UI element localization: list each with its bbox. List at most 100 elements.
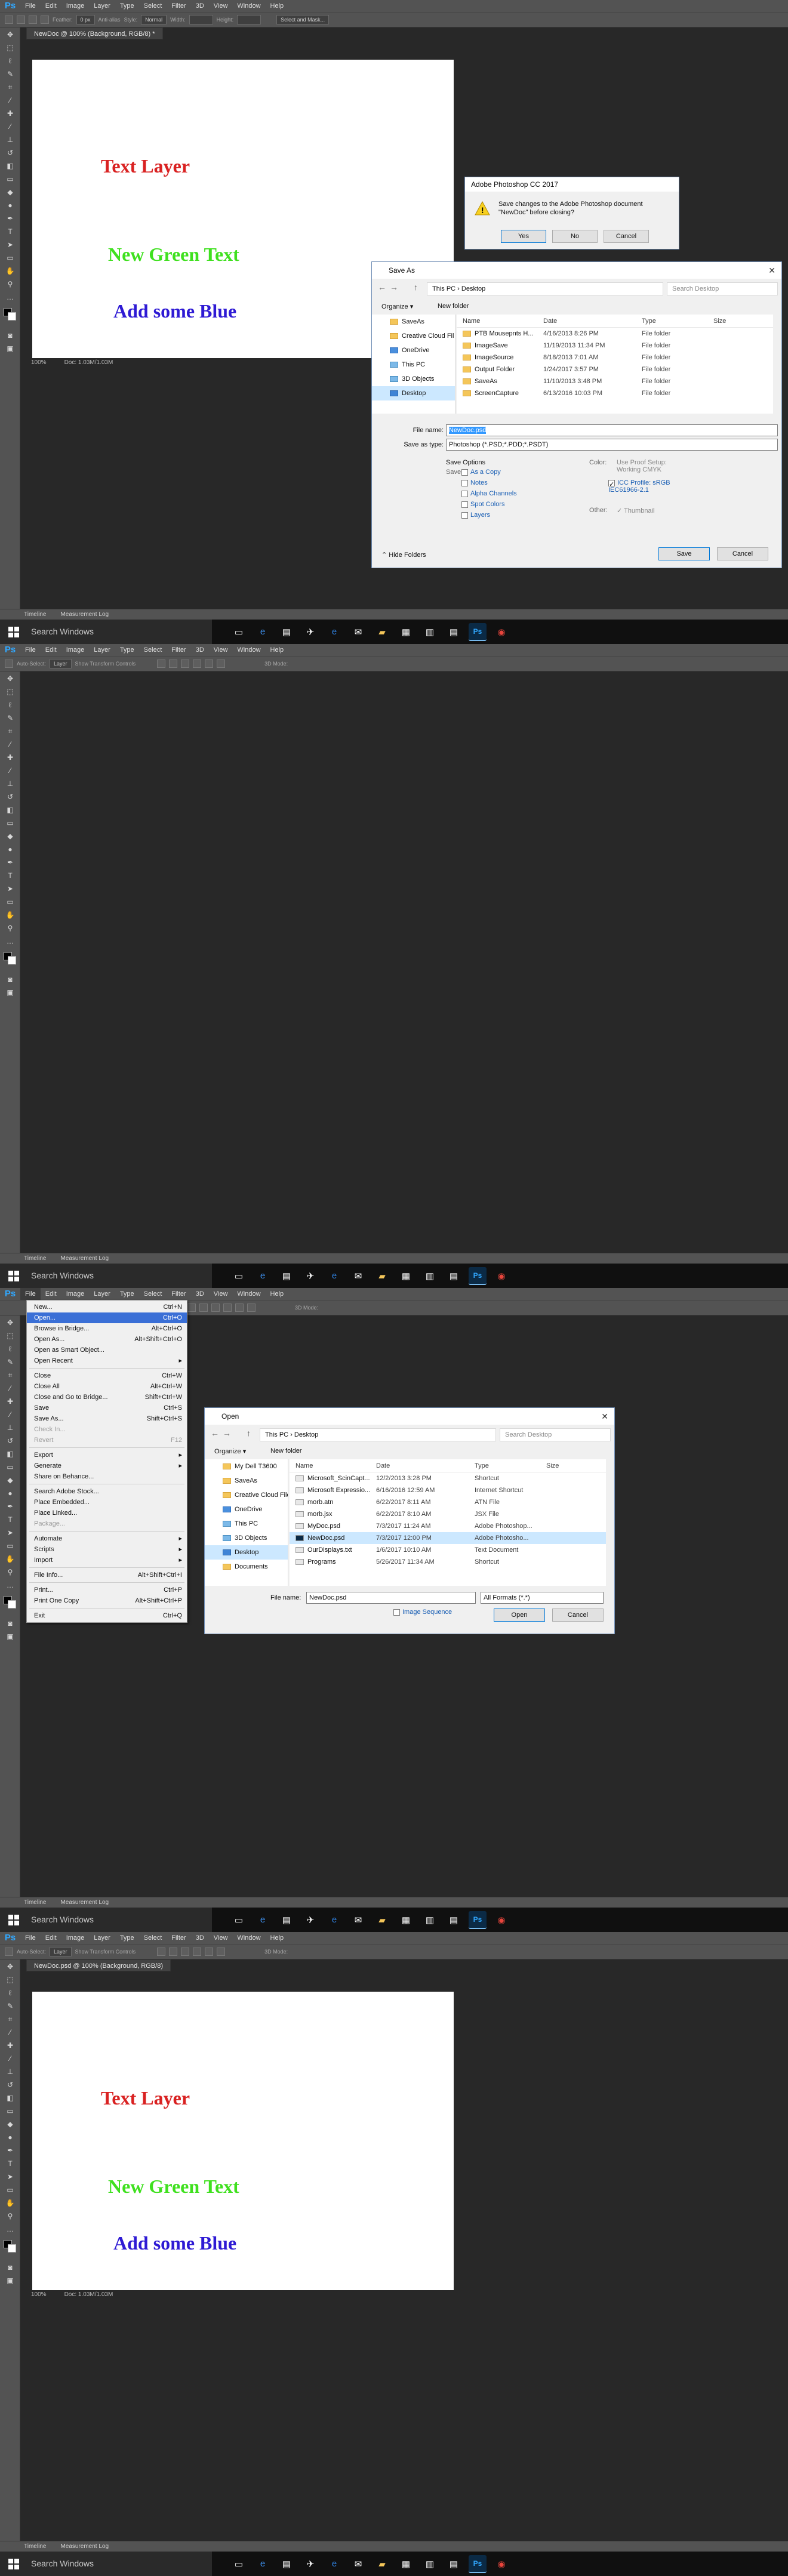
file-explorer-icon[interactable]: ▰ [373,2555,391,2573]
subtract-selection-icon[interactable] [41,16,49,24]
notepad-icon[interactable]: ▤ [445,1267,463,1285]
history-brush-icon[interactable]: ↺ [4,1435,16,1447]
menu-window[interactable]: Window [232,0,265,12]
nav-item-creative-cloud[interactable]: Creative Cloud Fil [372,329,455,343]
nav-item-this-pc[interactable]: This PC [205,1517,288,1531]
nav-item-desktop[interactable]: Desktop [205,1545,288,1560]
file-row[interactable]: ImageSource 8/18/2013 7:01 AM File folder [457,352,773,363]
background-color[interactable] [8,312,16,321]
measurement-log-tab[interactable]: Measurement Log [60,2543,109,2550]
timeline-tab[interactable]: Timeline [24,1899,46,1906]
menu-layer[interactable]: Layer [89,1288,115,1300]
file-menu-item[interactable]: Export ▸ [27,1450,187,1460]
no-button[interactable]: No [552,230,598,243]
forward-arrow-icon[interactable]: → [223,1428,231,1438]
type-tool-icon[interactable]: T [4,2158,16,2170]
store-icon[interactable]: ▤ [278,623,296,641]
brush-icon[interactable]: ⁄ [4,121,16,133]
calculator-icon[interactable]: ▥ [421,2555,439,2573]
brush-icon[interactable]: ⁄ [4,1409,16,1421]
windows-start-icon[interactable] [8,1915,19,1925]
media-icon[interactable]: ▦ [397,2555,415,2573]
quick-select-icon[interactable]: ✎ [4,1356,16,1368]
save-button[interactable]: Save [658,547,710,560]
color-swatches[interactable] [0,1592,20,1616]
add-selection-icon[interactable] [29,16,37,24]
document-tab[interactable]: NewDoc @ 100% (Background, RGB/8) * [26,27,163,39]
menu-window[interactable]: Window [232,1932,265,1944]
menu-help[interactable]: Help [266,1288,289,1300]
file-menu-item[interactable]: Open... Ctrl+O [27,1312,187,1323]
windows-start-icon[interactable] [8,627,19,637]
file-row[interactable]: morb.atn 6/22/2017 8:11 AM ATN File [290,1496,606,1508]
hide-folders-toggle[interactable]: ⌃ Hide Folders [381,551,426,559]
move-tool-icon[interactable]: ✥ [4,1317,16,1329]
ie-icon[interactable]: e [325,1911,343,1929]
menu-file[interactable]: File [20,644,41,656]
new-selection-icon[interactable] [17,16,25,24]
saveas-type-select[interactable]: Photoshop (*.PSD;*.PDD;*.PSDT) [446,439,778,451]
menu-filter[interactable]: Filter [167,1932,190,1944]
column-type[interactable]: Type [642,315,713,327]
nav-item-this-pc[interactable]: This PC [372,358,455,372]
menu-image[interactable]: Image [61,644,90,656]
align-top-icon[interactable] [157,660,166,668]
file-type-filter[interactable]: All Formats (*.*) [481,1592,604,1604]
up-arrow-icon[interactable]: ↑ [414,282,418,292]
image-sequence-checkbox[interactable]: Image Sequence [393,1609,452,1616]
file-menu-item[interactable]: Close All Alt+Ctrl+W [27,1381,187,1392]
calculator-icon[interactable]: ▥ [421,1267,439,1285]
file-explorer-icon[interactable]: ▰ [373,1267,391,1285]
zoom-icon[interactable]: ⚲ [4,2210,16,2222]
open-button[interactable]: Open [494,1609,545,1622]
mail-icon[interactable]: ✉ [349,1911,367,1929]
document-tab[interactable]: NewDoc.psd @ 100% (Background, RGB/8) [26,1959,171,1971]
close-icon[interactable]: ✕ [768,262,775,279]
file-row[interactable]: Output Folder 1/24/2017 3:57 PM File folde… [457,363,773,375]
eyedropper-icon[interactable]: ⁄ [4,738,16,750]
file-menu-item[interactable]: Import ▸ [27,1555,187,1566]
zoom-level[interactable]: 100% [31,358,47,368]
align-center-icon[interactable] [235,1304,244,1312]
nav-item-desktop[interactable]: Desktop [372,386,455,400]
stamp-icon[interactable]: ⊥ [4,2066,16,2078]
eyedropper-icon[interactable]: ⁄ [4,94,16,106]
menu-edit[interactable]: Edit [41,644,61,656]
cancel-button[interactable]: Cancel [717,547,768,560]
marquee-icon[interactable]: ⬚ [4,686,16,698]
menu-select[interactable]: Select [139,1932,167,1944]
color-swatches[interactable] [0,2236,20,2260]
file-row[interactable]: morb.jsx 6/22/2017 8:10 AM JSX File [290,1508,606,1520]
screen-mode-icon[interactable]: ▣ [4,343,16,355]
nav-item-saveas[interactable]: SaveAs [372,315,455,329]
type-tool-icon[interactable]: T [4,226,16,238]
align-middle-icon[interactable] [169,660,178,668]
search-input[interactable]: Search Desktop [500,1428,611,1441]
menu-view[interactable]: View [209,1288,233,1300]
file-menu-item[interactable]: Search Adobe Stock... [27,1486,187,1497]
file-menu-item[interactable]: Generate ▸ [27,1460,187,1471]
menu-help[interactable]: Help [266,0,289,12]
healing-icon[interactable]: ✚ [4,751,16,763]
menu-type[interactable]: Type [115,644,139,656]
ie-icon[interactable]: e [325,1267,343,1285]
measurement-log-tab[interactable]: Measurement Log [60,1899,109,1906]
menu-type[interactable]: Type [115,1932,139,1944]
close-icon[interactable]: ✕ [601,1408,608,1425]
more-tools-icon[interactable]: … [4,291,16,303]
lasso-icon[interactable]: ℓ [4,1987,16,1999]
stamp-icon[interactable]: ⊥ [4,134,16,146]
zoom-level[interactable]: 100% [31,2290,47,2300]
lasso-icon[interactable]: ℓ [4,1343,16,1355]
color-swatches[interactable] [0,304,20,328]
windows-start-icon[interactable] [8,2559,19,2569]
menu-file[interactable]: File [20,1288,41,1300]
move-tool-icon[interactable] [5,1948,13,1956]
photoshop-taskbar-icon[interactable]: Ps [469,1267,487,1285]
nav-item-onedrive[interactable]: OneDrive [372,343,455,358]
timeline-tab[interactable]: Timeline [24,611,46,618]
hand-icon[interactable]: ✋ [4,909,16,921]
file-menu-item[interactable]: New... Ctrl+N [27,1302,187,1312]
menu-image[interactable]: Image [61,0,90,12]
dodge-icon[interactable]: ● [4,843,16,855]
